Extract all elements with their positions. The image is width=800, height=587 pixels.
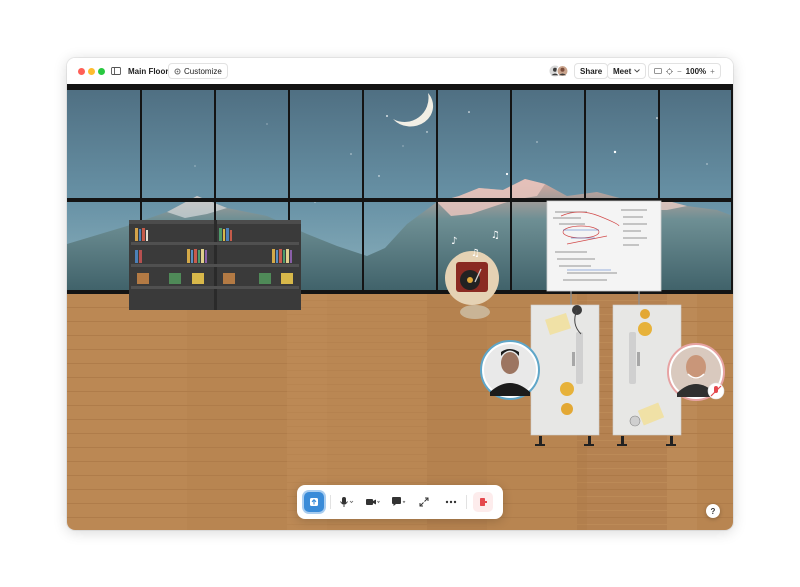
help-label: ? [710,506,716,516]
room-name[interactable]: Main Floor [128,58,168,84]
app-window: Main Floor Customize Share Meet − 100% +… [67,58,733,530]
toolbar-divider [466,495,467,509]
microphone-icon [340,497,354,507]
video-camera-icon [366,499,380,505]
ellipsis-icon [445,500,457,504]
participant-avatars[interactable] [549,58,569,84]
office-scene: ♪ ♫ ♫ [67,84,733,530]
gear-icon [174,67,181,75]
title-bar: Main Floor Customize Share Meet − 100% + [67,58,733,85]
upload-arrow-icon [310,498,318,506]
zoom-in-button[interactable]: + [710,67,715,76]
media-toolbar [297,485,503,519]
share-button[interactable]: Share [574,63,609,79]
zoom-out-button[interactable]: − [677,67,682,76]
leave-door-icon [480,498,487,506]
svg-text:♪: ♪ [451,236,457,247]
bookshelf[interactable] [129,220,301,310]
svg-text:♫: ♫ [491,230,500,241]
sidebar-toggle-icon [111,67,121,75]
recenter-icon[interactable] [666,67,673,75]
expand-icon [419,497,429,507]
chat-bubble-icon [392,497,406,506]
whiteboard[interactable] [546,200,662,306]
zoom-control: − 100% + [648,63,721,79]
toolbar-divider [330,495,331,509]
leave-button[interactable] [473,492,493,512]
sidebar-toggle-button[interactable] [111,58,121,84]
participant-avatar-left[interactable] [480,340,540,400]
help-button[interactable]: ? [706,504,720,518]
customize-button[interactable]: Customize [168,63,228,79]
camera-button[interactable] [361,492,385,512]
more-options-button[interactable] [440,492,462,512]
zoom-level: 100% [685,66,707,76]
desk-left[interactable] [530,304,600,446]
mic-muted-badge [707,382,725,400]
upload-button[interactable] [304,492,324,512]
screen-icon[interactable] [654,68,662,74]
meet-label: Meet [613,66,632,76]
chevron-down-icon [634,69,641,73]
zoom-window-button[interactable] [98,68,105,75]
close-window-button[interactable] [78,68,85,75]
chat-button[interactable] [387,492,411,512]
avatar-group-icon [549,65,569,77]
microphone-button[interactable] [335,492,359,512]
svg-text:♫: ♫ [471,248,480,259]
share-label: Share [580,66,603,76]
minimize-window-button[interactable] [88,68,95,75]
meet-dropdown[interactable]: Meet [607,63,647,79]
customize-label: Customize [184,66,222,76]
expand-button[interactable] [414,492,434,512]
room-name-label: Main Floor [128,66,169,76]
